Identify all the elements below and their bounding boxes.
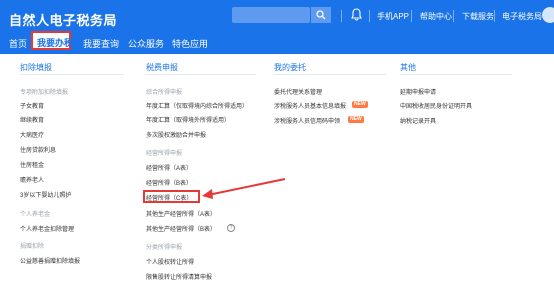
annotation-arrow: [202, 178, 286, 199]
